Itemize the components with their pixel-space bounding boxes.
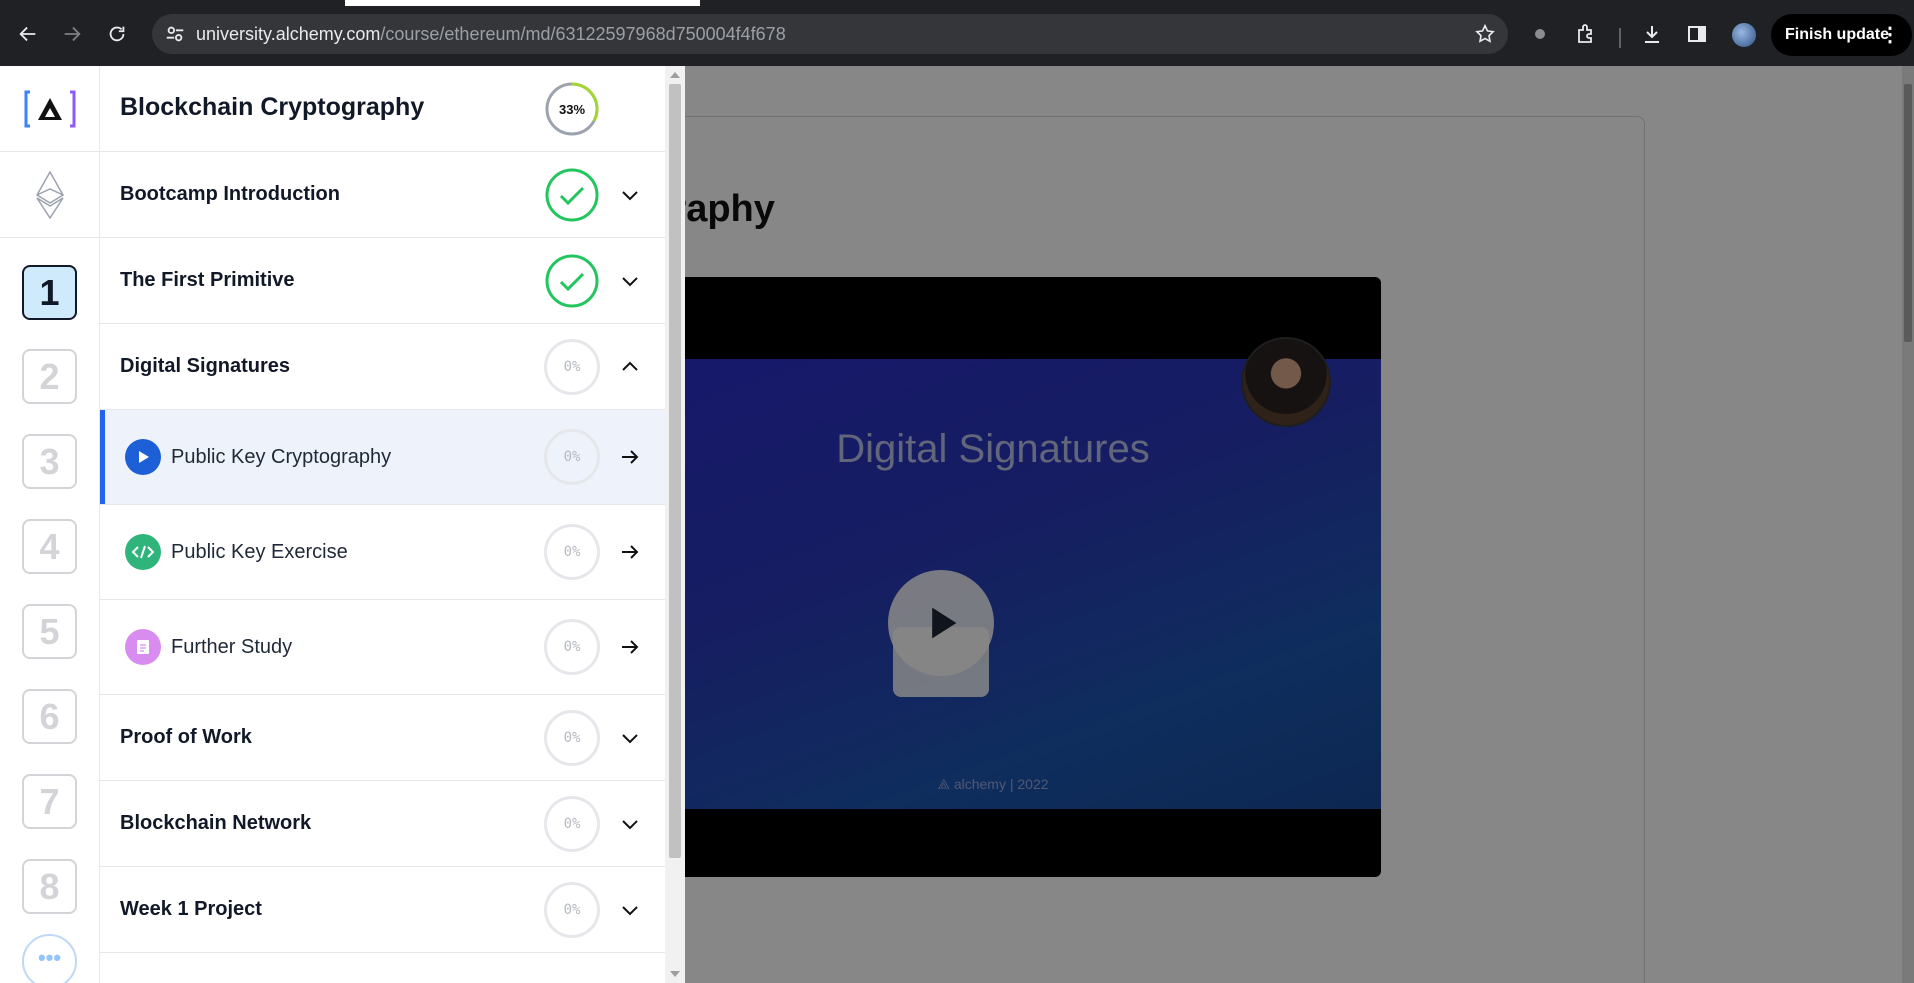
week-3-button[interactable]: 3 [22, 434, 77, 489]
section-blockchain-network[interactable]: Blockchain Network 0% [100, 781, 665, 867]
course-title: Blockchain Cryptography [120, 93, 425, 121]
sidebar-scrollbar[interactable] [665, 66, 685, 983]
extensions-icon[interactable] [1572, 20, 1600, 48]
alchemy-logo-icon [24, 90, 76, 127]
scroll-down-arrow-icon[interactable] [670, 971, 680, 977]
reload-button[interactable] [101, 18, 133, 50]
browser-toolbar: university.alchemy.com/course/ethereum/m… [0, 6, 1914, 66]
lesson-progress: 0% [544, 619, 600, 675]
active-indicator [100, 410, 105, 504]
course-progress-text: 33% [559, 102, 585, 117]
section-progress: 0% [544, 710, 600, 766]
arrow-right-icon[interactable] [618, 540, 642, 564]
page: ography Digital Signatures ⟁ alchemy | 2… [0, 66, 1914, 983]
chevron-down-icon[interactable] [618, 269, 642, 293]
section-proof-of-work[interactable]: Proof of Work 0% [100, 695, 665, 781]
section-the-first-primitive[interactable]: The First Primitive [100, 238, 665, 324]
extension-puzzle-icon[interactable] [1526, 20, 1554, 48]
week-5-button[interactable]: 5 [22, 604, 77, 659]
week-4-button[interactable]: 4 [22, 519, 77, 574]
lesson-label: Further Study [171, 636, 293, 658]
section-progress: 0% [544, 796, 600, 852]
download-icon[interactable] [1638, 20, 1666, 48]
bookmark-star-icon[interactable] [1474, 23, 1496, 45]
back-button[interactable] [12, 18, 44, 50]
arrow-left-icon [19, 26, 36, 42]
arrow-right-icon[interactable] [618, 445, 642, 469]
modal-overlay[interactable] [685, 66, 1914, 983]
side-panel-icon[interactable] [1683, 20, 1711, 48]
section-digital-signatures[interactable]: Digital Signatures 0% [100, 324, 665, 410]
section-label: Proof of Work [120, 726, 252, 748]
alchemy-logo[interactable] [0, 66, 100, 152]
course-header: Blockchain Cryptography 33% [100, 66, 665, 152]
url-text: university.alchemy.com/course/ethereum/m… [196, 14, 786, 54]
more-weeks-button[interactable]: ••• [22, 934, 77, 983]
section-progress: 0% [544, 882, 600, 938]
document-lesson-icon [125, 629, 161, 665]
page-scrollbar[interactable] [1902, 66, 1914, 983]
url-host: university.alchemy.com [196, 24, 381, 44]
ethereum-course-icon[interactable] [0, 152, 100, 238]
chevron-up-icon[interactable] [618, 355, 642, 379]
section-label: Week 1 Project [120, 898, 262, 920]
week-6-button[interactable]: 6 [22, 689, 77, 744]
chevron-down-icon[interactable] [618, 898, 642, 922]
week-rail: 1 2 3 4 5 6 7 8 ••• [0, 66, 100, 983]
week-2-button[interactable]: 2 [22, 349, 77, 404]
arrow-right-icon[interactable] [618, 635, 642, 659]
sidebar-scrollbar-thumb[interactable] [669, 84, 681, 858]
lesson-public-key-cryptography[interactable]: Public Key Cryptography 0% [100, 410, 665, 505]
section-progress: 0% [544, 339, 600, 395]
scroll-up-arrow-icon[interactable] [670, 72, 680, 78]
section-label: Digital Signatures [120, 355, 291, 377]
lesson-progress: 0% [544, 524, 600, 580]
code-lesson-icon [125, 534, 161, 570]
section-bootcamp-introduction[interactable]: Bootcamp Introduction [100, 152, 665, 238]
section-label: Bootcamp Introduction [120, 183, 340, 205]
lesson-label: Public Key Exercise [171, 541, 348, 563]
week-1-button[interactable]: 1 [22, 265, 77, 320]
lesson-public-key-exercise[interactable]: Public Key Exercise 0% [100, 505, 665, 600]
course-sidebar: Blockchain Cryptography 33% Bootcamp Int… [100, 66, 665, 983]
profile-avatar[interactable] [1732, 23, 1756, 47]
lesson-further-study[interactable]: Further Study 0% [100, 600, 665, 695]
finish-update-label: Finish update [1785, 26, 1889, 43]
chevron-down-icon[interactable] [618, 726, 642, 750]
toolbar-divider [1619, 28, 1621, 48]
page-scrollbar-thumb[interactable] [1904, 84, 1912, 342]
complete-check-icon [545, 168, 599, 222]
section-label: Blockchain Network [120, 812, 312, 834]
lesson-progress: 0% [544, 429, 600, 485]
ethereum-icon [35, 169, 65, 219]
forward-button[interactable] [56, 18, 88, 50]
chevron-down-icon[interactable] [618, 183, 642, 207]
site-settings-icon[interactable] [164, 23, 186, 45]
week-8-button[interactable]: 8 [22, 859, 77, 914]
week-7-button[interactable]: 7 [22, 774, 77, 829]
browser-menu-icon[interactable]: ⋮ [1880, 14, 1900, 56]
address-bar[interactable]: university.alchemy.com/course/ethereum/m… [152, 14, 1508, 54]
finish-update-button[interactable]: Finish update ⋮ [1771, 14, 1912, 56]
url-path: /course/ethereum/md/63122597968d750004f4… [380, 24, 786, 44]
section-week-1-project[interactable]: Week 1 Project 0% [100, 867, 665, 953]
arrow-right-icon [64, 26, 81, 42]
video-lesson-icon [125, 439, 161, 475]
reload-icon [109, 26, 125, 42]
chevron-down-icon[interactable] [618, 812, 642, 836]
complete-check-icon [545, 254, 599, 308]
section-label: The First Primitive [120, 269, 295, 291]
course-progress-ring: 33% [545, 82, 599, 136]
lesson-label: Public Key Cryptography [171, 446, 392, 468]
